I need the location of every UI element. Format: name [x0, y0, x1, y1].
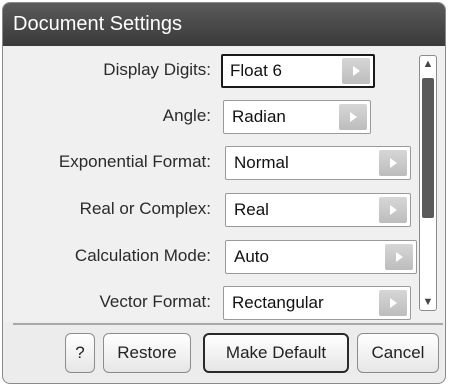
setting-row-display-digits: Display Digits: Float 6	[3, 52, 423, 92]
exponential-format-select[interactable]: Normal	[225, 146, 411, 180]
setting-label: Real or Complex:	[79, 199, 211, 218]
chevron-right-icon[interactable]	[379, 150, 407, 176]
setting-label: Exponential Format:	[58, 152, 211, 171]
button-bar-divider	[13, 323, 443, 325]
chevron-right-icon[interactable]	[379, 290, 407, 316]
select-value: Normal	[234, 153, 289, 172]
setting-row-exponential-format: Exponential Format: Normal	[3, 144, 423, 184]
setting-row-calculation-mode: Calculation Mode: Auto	[3, 238, 423, 278]
settings-scrollbar[interactable]: ▲ ▼	[419, 55, 437, 311]
setting-label: Calculation Mode:	[74, 246, 211, 265]
select-value: Radian	[232, 107, 286, 126]
restore-button[interactable]: Restore	[103, 333, 191, 373]
angle-select[interactable]: Radian	[223, 100, 371, 134]
setting-row-real-or-complex: Real or Complex: Real	[3, 191, 423, 231]
setting-label: Vector Format:	[99, 292, 211, 311]
chevron-right-icon[interactable]	[385, 244, 413, 270]
cancel-button[interactable]: Cancel	[357, 333, 439, 373]
chevron-right-icon[interactable]	[339, 104, 367, 130]
real-or-complex-select[interactable]: Real	[225, 193, 411, 227]
chevron-right-icon[interactable]	[342, 58, 370, 84]
document-settings-dialog: Document Settings Display Digits: Float …	[2, 2, 446, 384]
chevron-down-icon[interactable]: ▼	[420, 295, 436, 309]
setting-row-angle: Angle: Radian	[3, 98, 423, 138]
calculation-mode-select[interactable]: Auto	[225, 240, 417, 274]
display-digits-select[interactable]: Float 6	[221, 54, 375, 88]
dialog-title: Document Settings	[3, 3, 445, 46]
select-value: Auto	[234, 247, 269, 266]
vector-format-select[interactable]: Rectangular	[223, 286, 411, 320]
make-default-button[interactable]: Make Default	[203, 333, 349, 373]
select-value: Rectangular	[232, 293, 324, 312]
setting-label: Display Digits:	[103, 60, 211, 79]
help-button[interactable]: ?	[65, 333, 95, 373]
chevron-right-icon[interactable]	[379, 197, 407, 223]
select-value: Real	[234, 200, 269, 219]
settings-panel: Display Digits: Float 6 Angle: Radian Ex…	[3, 46, 445, 322]
select-value: Float 6	[230, 61, 282, 80]
setting-label: Angle:	[162, 106, 211, 125]
chevron-up-icon[interactable]: ▲	[420, 57, 436, 71]
scrollbar-thumb[interactable]	[422, 78, 434, 218]
setting-row-vector-format: Vector Format: Rectangular	[3, 284, 423, 322]
